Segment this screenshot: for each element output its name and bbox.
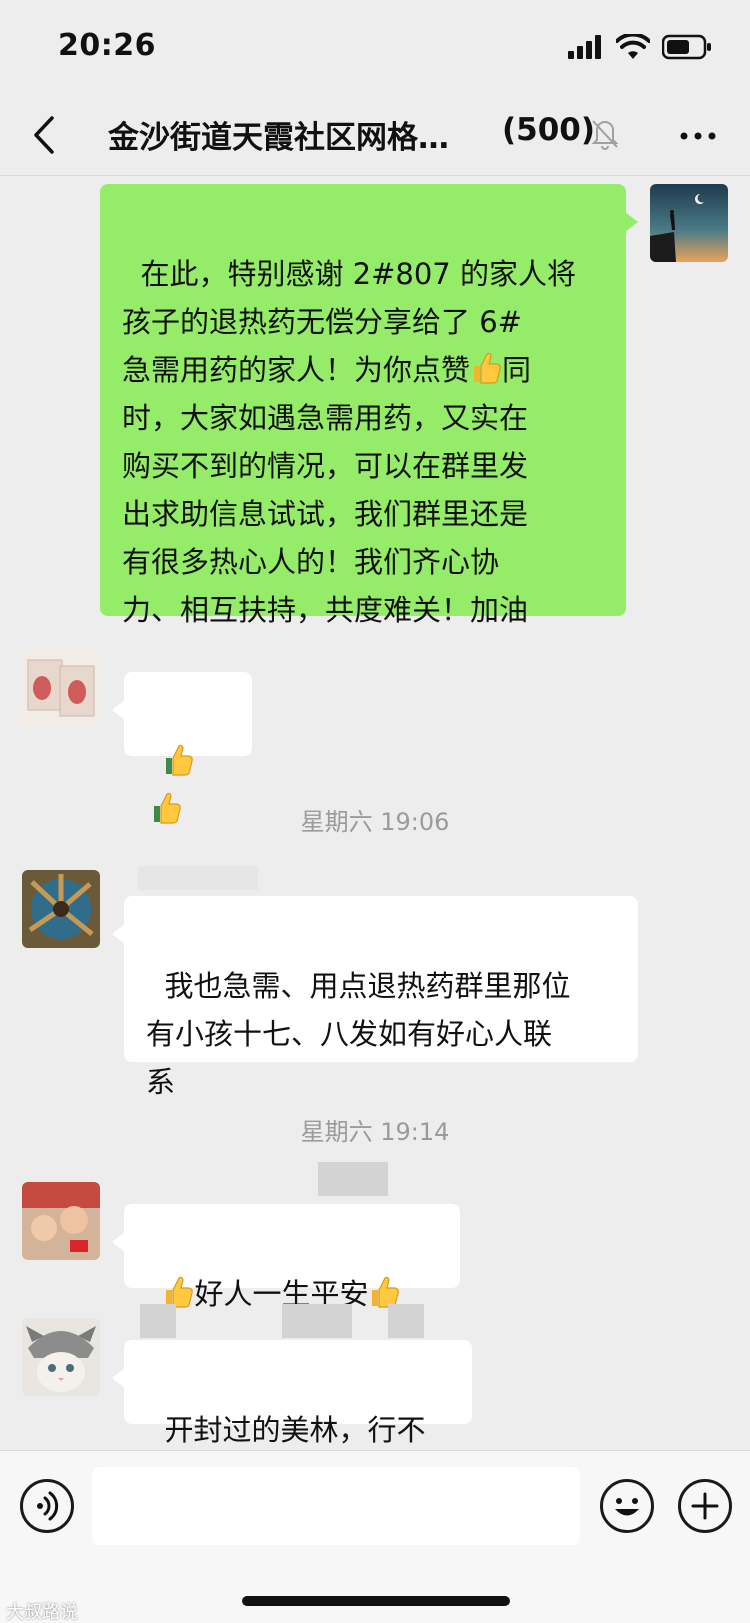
message-bubble-other[interactable] [112,672,252,824]
plus-icon[interactable] [678,1479,732,1533]
sender-name-blurred [140,1304,176,1338]
voice-icon[interactable] [20,1479,74,1533]
message-bubble-self[interactable]: 在此，特别感谢 2#807 的家人将 孩子的退热药无偿分享给了 6# 急需用药的… [100,184,638,720]
message-bubble-other[interactable]: 好人一生平安 [112,1204,460,1311]
sender-name-blurred [318,1162,388,1196]
message-text-part2: 同 时，大家如遇急需用药，又实在 购买不到的情况，可以在群里发 出求助信息试试，… [122,353,532,627]
message-text: 我也急需、用点退热药群里那位 有小孩十七、八发如有好心人联 系 [146,969,571,1099]
message-bubble-other[interactable]: 开封过的美林，行不 [112,1340,472,1447]
mute-bell-icon [591,120,619,150]
status-bar: 20:26 [0,0,750,96]
watermark-text: 大叔路说 [6,1602,78,1623]
back-chevron-icon[interactable] [26,110,66,160]
more-options-icon[interactable] [676,118,720,154]
sender-avatar-1[interactable] [22,650,100,728]
group-title[interactable]: 金沙街道天霞社区网格… [108,112,449,157]
status-icons [568,34,712,60]
emoji-icon[interactable] [600,1479,654,1533]
message-text: 开封过的美林，行不 [164,1413,426,1447]
chat-header: 金沙街道天霞社区网格… (500) [0,96,750,176]
status-time: 20:26 [58,28,156,63]
sender-name-blurred [138,866,258,890]
message-bubble-other[interactable]: 我也急需、用点退热药群里那位 有小孩十七、八发如有好心人联 系 [112,896,638,1099]
timestamp: 星期六 19:14 [300,1118,450,1146]
battery-icon [662,34,711,60]
sender-name-blurred [388,1304,424,1338]
message-input[interactable] [92,1467,580,1545]
home-indicator[interactable] [242,1596,510,1606]
sender-name-blurred [282,1304,352,1338]
signal-icon [568,35,601,59]
wifi-icon [616,34,650,59]
thumbs-up-icon [474,352,501,384]
member-count: (500) [502,112,596,148]
thumbs-up-icon [166,744,194,776]
sender-avatar-4[interactable] [22,1318,100,1396]
timestamp: 星期六 19:06 [300,808,450,836]
sender-avatar-3[interactable] [22,1182,100,1260]
sender-avatar-2[interactable] [22,870,100,948]
self-avatar[interactable] [650,184,728,262]
